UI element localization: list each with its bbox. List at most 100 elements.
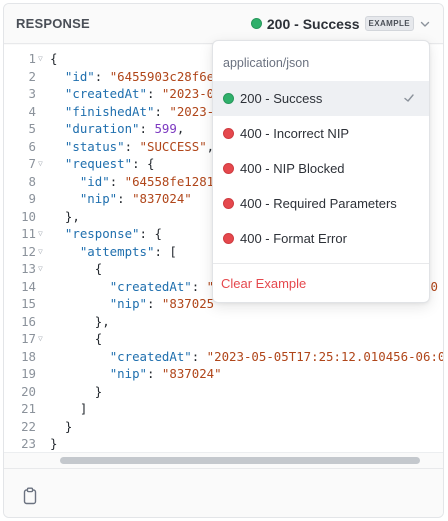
line-number: 16 bbox=[21, 313, 36, 329]
line-number: 1 bbox=[28, 51, 36, 66]
code-line: 16 }, bbox=[4, 313, 443, 331]
example-option-label: 400 - Format Error bbox=[240, 231, 347, 246]
code-text: "response": { bbox=[50, 225, 162, 243]
code-token: } bbox=[50, 383, 103, 399]
code-text: "nip": "837024" bbox=[50, 190, 192, 208]
code-token: "createdAt" bbox=[109, 278, 192, 294]
code-token: : [ bbox=[154, 243, 177, 259]
example-select[interactable]: 200 - Success EXAMPLE bbox=[250, 15, 431, 32]
clear-example-button[interactable]: Clear Example bbox=[213, 264, 429, 302]
line-number: 10 bbox=[21, 208, 36, 224]
horizontal-scrollbar[interactable] bbox=[4, 452, 443, 468]
code-token: "status" bbox=[64, 138, 125, 154]
code-text: "id": "64558fe1281 bbox=[50, 173, 214, 191]
code-token: : bbox=[139, 121, 155, 136]
clipboard-icon[interactable] bbox=[22, 487, 38, 505]
example-option[interactable]: 400 - Required Parameters bbox=[213, 186, 429, 221]
line-number: 15 bbox=[21, 296, 36, 311]
example-option[interactable]: 400 - Format Error bbox=[213, 221, 429, 256]
scrollbar-thumb[interactable] bbox=[60, 457, 420, 464]
code-text: "id": "6455903c28f6e bbox=[50, 68, 214, 86]
code-token: "6455903c28f6e bbox=[109, 68, 215, 84]
fold-gutter bbox=[36, 400, 50, 418]
fold-caret-icon[interactable]: ▽ bbox=[36, 155, 50, 173]
code-token: : bbox=[191, 348, 207, 364]
code-token: "2023-05-05T17:25:12.010456-06:00 bbox=[206, 348, 444, 364]
check-icon bbox=[404, 94, 414, 102]
code-token: "duration" bbox=[64, 121, 140, 136]
code-token: }, bbox=[50, 313, 110, 329]
code-text: { bbox=[50, 330, 102, 348]
code-token: "837024" bbox=[132, 191, 192, 206]
code-text: ] bbox=[50, 400, 87, 418]
code-token: }, bbox=[50, 208, 80, 224]
code-token: "SUCCESS" bbox=[139, 138, 207, 154]
code-line: 21 ] bbox=[4, 400, 443, 418]
code-token: "attempts" bbox=[79, 243, 155, 259]
fold-gutter bbox=[36, 120, 50, 138]
code-token: "837025 bbox=[161, 296, 215, 311]
fold-gutter bbox=[36, 418, 50, 436]
code-token: "request" bbox=[64, 156, 133, 171]
line-number: 21 bbox=[21, 401, 36, 416]
code-token: "id" bbox=[64, 68, 95, 84]
code-token: ] bbox=[50, 401, 88, 416]
code-token: "createdAt" bbox=[64, 86, 147, 101]
code-token: : { bbox=[132, 156, 155, 171]
code-text: }, bbox=[50, 313, 110, 331]
line-number: 14 bbox=[21, 278, 36, 294]
fold-caret-icon[interactable]: ▽ bbox=[36, 225, 50, 243]
line-number: 9 bbox=[28, 191, 36, 206]
code-token: "nip" bbox=[109, 366, 147, 381]
fold-caret-icon[interactable]: ▽ bbox=[36, 260, 50, 278]
example-badge: EXAMPLE bbox=[364, 16, 414, 31]
selected-example-label: 200 - Success bbox=[266, 15, 360, 32]
code-text: "nip": "837024" bbox=[50, 365, 222, 383]
red-dot-icon bbox=[223, 128, 234, 139]
example-option[interactable]: 200 - Success bbox=[213, 81, 429, 116]
code-token: : bbox=[147, 366, 162, 381]
code-text: "duration": 599, bbox=[50, 120, 184, 138]
code-token: 599 bbox=[154, 121, 177, 136]
fold-gutter bbox=[36, 383, 50, 401]
fold-caret-icon[interactable]: ▽ bbox=[36, 243, 50, 261]
code-token: "finishedAt" bbox=[64, 103, 155, 119]
fold-gutter bbox=[36, 190, 50, 208]
line-number: 6 bbox=[28, 138, 36, 154]
code-token: : bbox=[124, 138, 140, 154]
line-number: 7 bbox=[28, 156, 36, 171]
line-number: 17 bbox=[21, 331, 36, 346]
fold-gutter bbox=[36, 103, 50, 121]
example-option[interactable]: 400 - NIP Blocked bbox=[213, 151, 429, 186]
line-number: 2 bbox=[28, 68, 36, 84]
fold-gutter bbox=[36, 295, 50, 313]
line-number: 8 bbox=[28, 173, 36, 189]
line-number: 5 bbox=[28, 121, 36, 136]
red-dot-icon bbox=[223, 198, 234, 209]
code-token: "2023- bbox=[169, 103, 215, 119]
line-number: 4 bbox=[28, 103, 36, 119]
fold-caret-icon[interactable]: ▽ bbox=[36, 330, 50, 348]
example-option[interactable]: 400 - Incorrect NIP bbox=[213, 116, 429, 151]
code-text: "nip": "837025 bbox=[50, 295, 214, 313]
code-token: } bbox=[50, 418, 73, 434]
line-number: 13 bbox=[21, 261, 36, 276]
response-header: RESPONSE 200 - Success EXAMPLE bbox=[4, 4, 443, 44]
fold-caret-icon[interactable]: ▽ bbox=[36, 50, 50, 68]
code-text: "createdAt": "2023-05-05T17:25:12.010456… bbox=[50, 348, 444, 366]
fold-gutter bbox=[36, 435, 50, 453]
code-line: 19 "nip": "837024" bbox=[4, 365, 443, 383]
code-text: { bbox=[50, 50, 57, 68]
green-dot-icon bbox=[223, 93, 234, 104]
code-text: } bbox=[50, 435, 57, 453]
fold-gutter bbox=[36, 138, 50, 156]
